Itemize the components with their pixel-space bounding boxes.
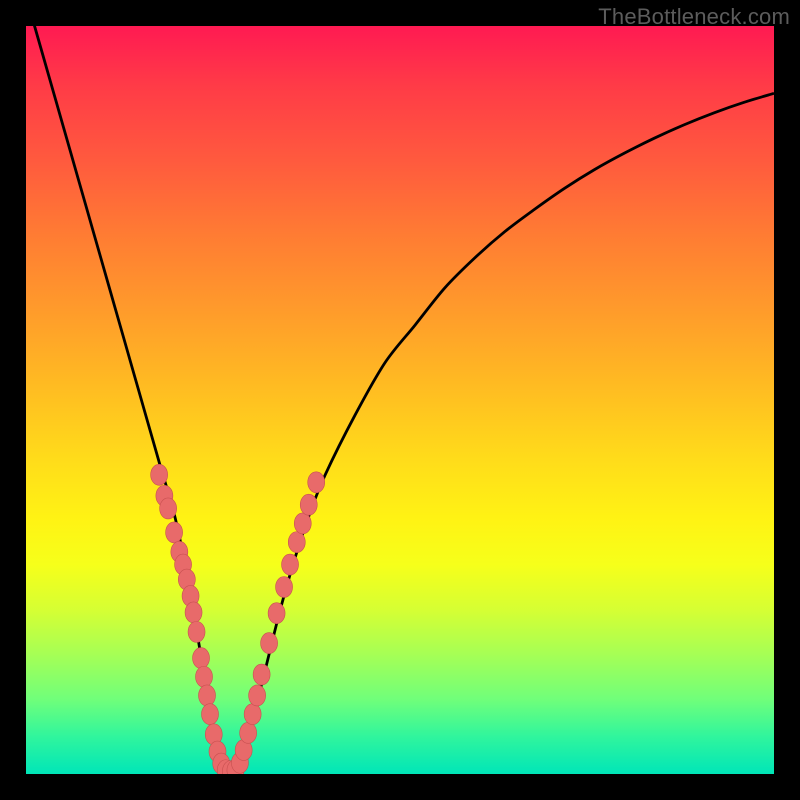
data-dot xyxy=(276,577,293,598)
data-dot xyxy=(244,704,261,725)
chart-svg xyxy=(26,26,774,774)
data-dot xyxy=(166,522,183,543)
data-dot xyxy=(249,685,266,706)
data-dot xyxy=(268,603,285,624)
data-dot xyxy=(253,664,270,685)
data-dot xyxy=(193,648,210,669)
watermark-text: TheBottleneck.com xyxy=(598,4,790,30)
data-dot xyxy=(240,722,257,743)
data-dot xyxy=(294,513,311,534)
data-dots xyxy=(151,464,325,774)
data-dot xyxy=(300,494,317,515)
bottleneck-curve xyxy=(26,26,774,772)
data-dot xyxy=(261,633,278,654)
chart-container: TheBottleneck.com xyxy=(0,0,800,800)
data-dot xyxy=(160,498,177,519)
data-dot xyxy=(196,666,213,687)
data-dot xyxy=(185,602,202,623)
data-dot xyxy=(188,621,205,642)
data-dot xyxy=(288,532,305,553)
data-dot xyxy=(282,554,299,575)
data-dot xyxy=(202,704,219,725)
data-dot xyxy=(151,464,168,485)
data-dot xyxy=(199,685,216,706)
plot-area xyxy=(26,26,774,774)
data-dot xyxy=(308,472,325,493)
